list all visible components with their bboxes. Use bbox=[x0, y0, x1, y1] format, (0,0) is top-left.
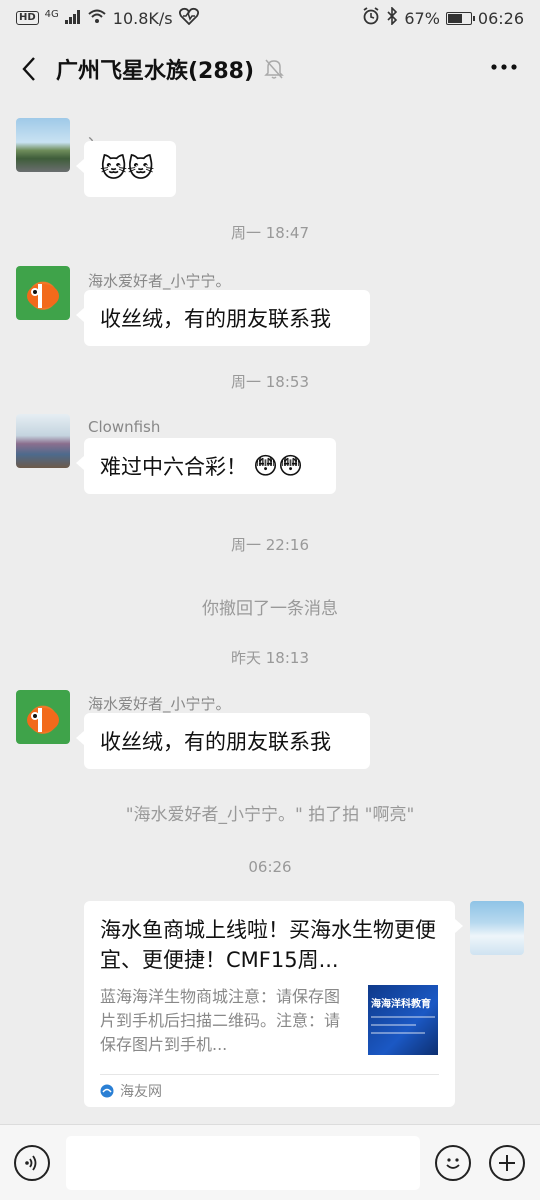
signal-icon bbox=[64, 9, 81, 28]
sender-name: 海水爱好者_小宁宁。 bbox=[88, 695, 231, 713]
message-input[interactable] bbox=[66, 1136, 420, 1190]
status-bar: HD 4G 10.8K/s 67% 06:26 bbox=[0, 0, 540, 36]
message-bubble-emoji[interactable]: 🐱🐱 bbox=[76, 141, 176, 197]
message-text: 难过中六合彩！ bbox=[100, 455, 247, 479]
voice-button[interactable] bbox=[14, 1145, 50, 1181]
clownfish-icon bbox=[27, 708, 59, 732]
shared-link-card[interactable]: 海水鱼商城上线啦！买海水生物更便宜、更便捷！CMF15周... 蓝海海洋生物商城… bbox=[84, 901, 463, 1107]
message-text: 收丝绒，有的朋友联系我 bbox=[100, 730, 331, 754]
bluetooth-icon bbox=[386, 6, 398, 29]
thumbnail-line bbox=[371, 1016, 435, 1018]
mute-bell-icon bbox=[264, 58, 286, 80]
avatar-clownfish[interactable] bbox=[16, 690, 70, 744]
heart-rate-icon bbox=[178, 7, 199, 29]
timestamp: 周一 22:16 bbox=[231, 536, 309, 554]
clownfish-icon bbox=[27, 284, 59, 308]
plus-icon bbox=[499, 1155, 515, 1171]
more-options-button[interactable] bbox=[490, 56, 518, 75]
hd-badge: HD bbox=[16, 11, 39, 25]
avatar-clownfish[interactable] bbox=[16, 266, 70, 320]
avatar-family-photo[interactable] bbox=[16, 414, 70, 468]
timestamp: 周一 18:53 bbox=[231, 373, 309, 391]
sender-name: 海水爱好者_小宁宁。 bbox=[88, 272, 231, 290]
chat-title[interactable]: 广州飞星水族(288) bbox=[56, 53, 254, 85]
network-label: 4G bbox=[44, 8, 59, 20]
wifi-icon bbox=[87, 8, 107, 28]
card-divider bbox=[100, 1074, 439, 1075]
emoji-button[interactable] bbox=[435, 1145, 471, 1181]
message-bubble[interactable]: 难过中六合彩！ 😳😳 bbox=[76, 438, 336, 494]
add-attachment-button[interactable] bbox=[489, 1145, 525, 1181]
more-dots-icon bbox=[491, 64, 517, 70]
voice-icon bbox=[25, 1155, 37, 1171]
avatar-landscape[interactable] bbox=[16, 118, 70, 172]
smiley-icon bbox=[446, 1158, 460, 1169]
source-logo-icon bbox=[100, 1084, 114, 1098]
source-name: 海友网 bbox=[120, 1084, 162, 1100]
message-bubble[interactable]: 收丝绒，有的朋友联系我 bbox=[76, 290, 370, 346]
timestamp: 昨天 18:13 bbox=[231, 649, 309, 667]
network-speed: 10.8K/s bbox=[112, 8, 173, 28]
pat-notice: "海水爱好者_小宁宁。" 拍了拍 "啊亮" bbox=[125, 805, 415, 825]
battery-level bbox=[447, 13, 462, 23]
sender-name: Clownfish bbox=[88, 418, 161, 436]
thumbnail-line bbox=[371, 1032, 426, 1034]
card-description: 蓝海海洋生物商城注意：请保存图片到手机后扫描二维码。注意：请保存图片到手机... bbox=[100, 987, 341, 1054]
clock: 06:26 bbox=[477, 8, 524, 28]
recall-notice: 你撤回了一条消息 bbox=[202, 599, 338, 619]
timestamp: 06:26 bbox=[248, 858, 292, 876]
thumbnail-text: 海海洋科教育 bbox=[371, 999, 431, 1010]
flushed-emoji: 😳😳 bbox=[253, 452, 304, 480]
battery-percent: 67% bbox=[404, 8, 440, 28]
card-title: 海水鱼商城上线啦！买海水生物更便宜、更便捷！CMF15周... bbox=[100, 918, 436, 972]
card-thumbnail: 海海洋科教育 bbox=[368, 985, 438, 1055]
chevron-left-icon bbox=[22, 57, 35, 81]
cat-emoji: 🐱🐱 bbox=[100, 154, 155, 184]
alarm-icon bbox=[362, 7, 380, 29]
avatar-sky[interactable] bbox=[470, 901, 524, 955]
battery-icon bbox=[445, 11, 475, 25]
card-source: 海友网 bbox=[100, 1081, 162, 1101]
back-button[interactable] bbox=[14, 49, 44, 89]
thumbnail-line bbox=[371, 1024, 416, 1026]
timestamp: 周一 18:47 bbox=[231, 224, 309, 242]
input-bar bbox=[0, 1124, 540, 1200]
chat-header: 广州飞星水族(288) bbox=[0, 36, 540, 102]
message-bubble[interactable]: 收丝绒，有的朋友联系我 bbox=[76, 713, 370, 769]
message-text: 收丝绒，有的朋友联系我 bbox=[100, 307, 331, 331]
